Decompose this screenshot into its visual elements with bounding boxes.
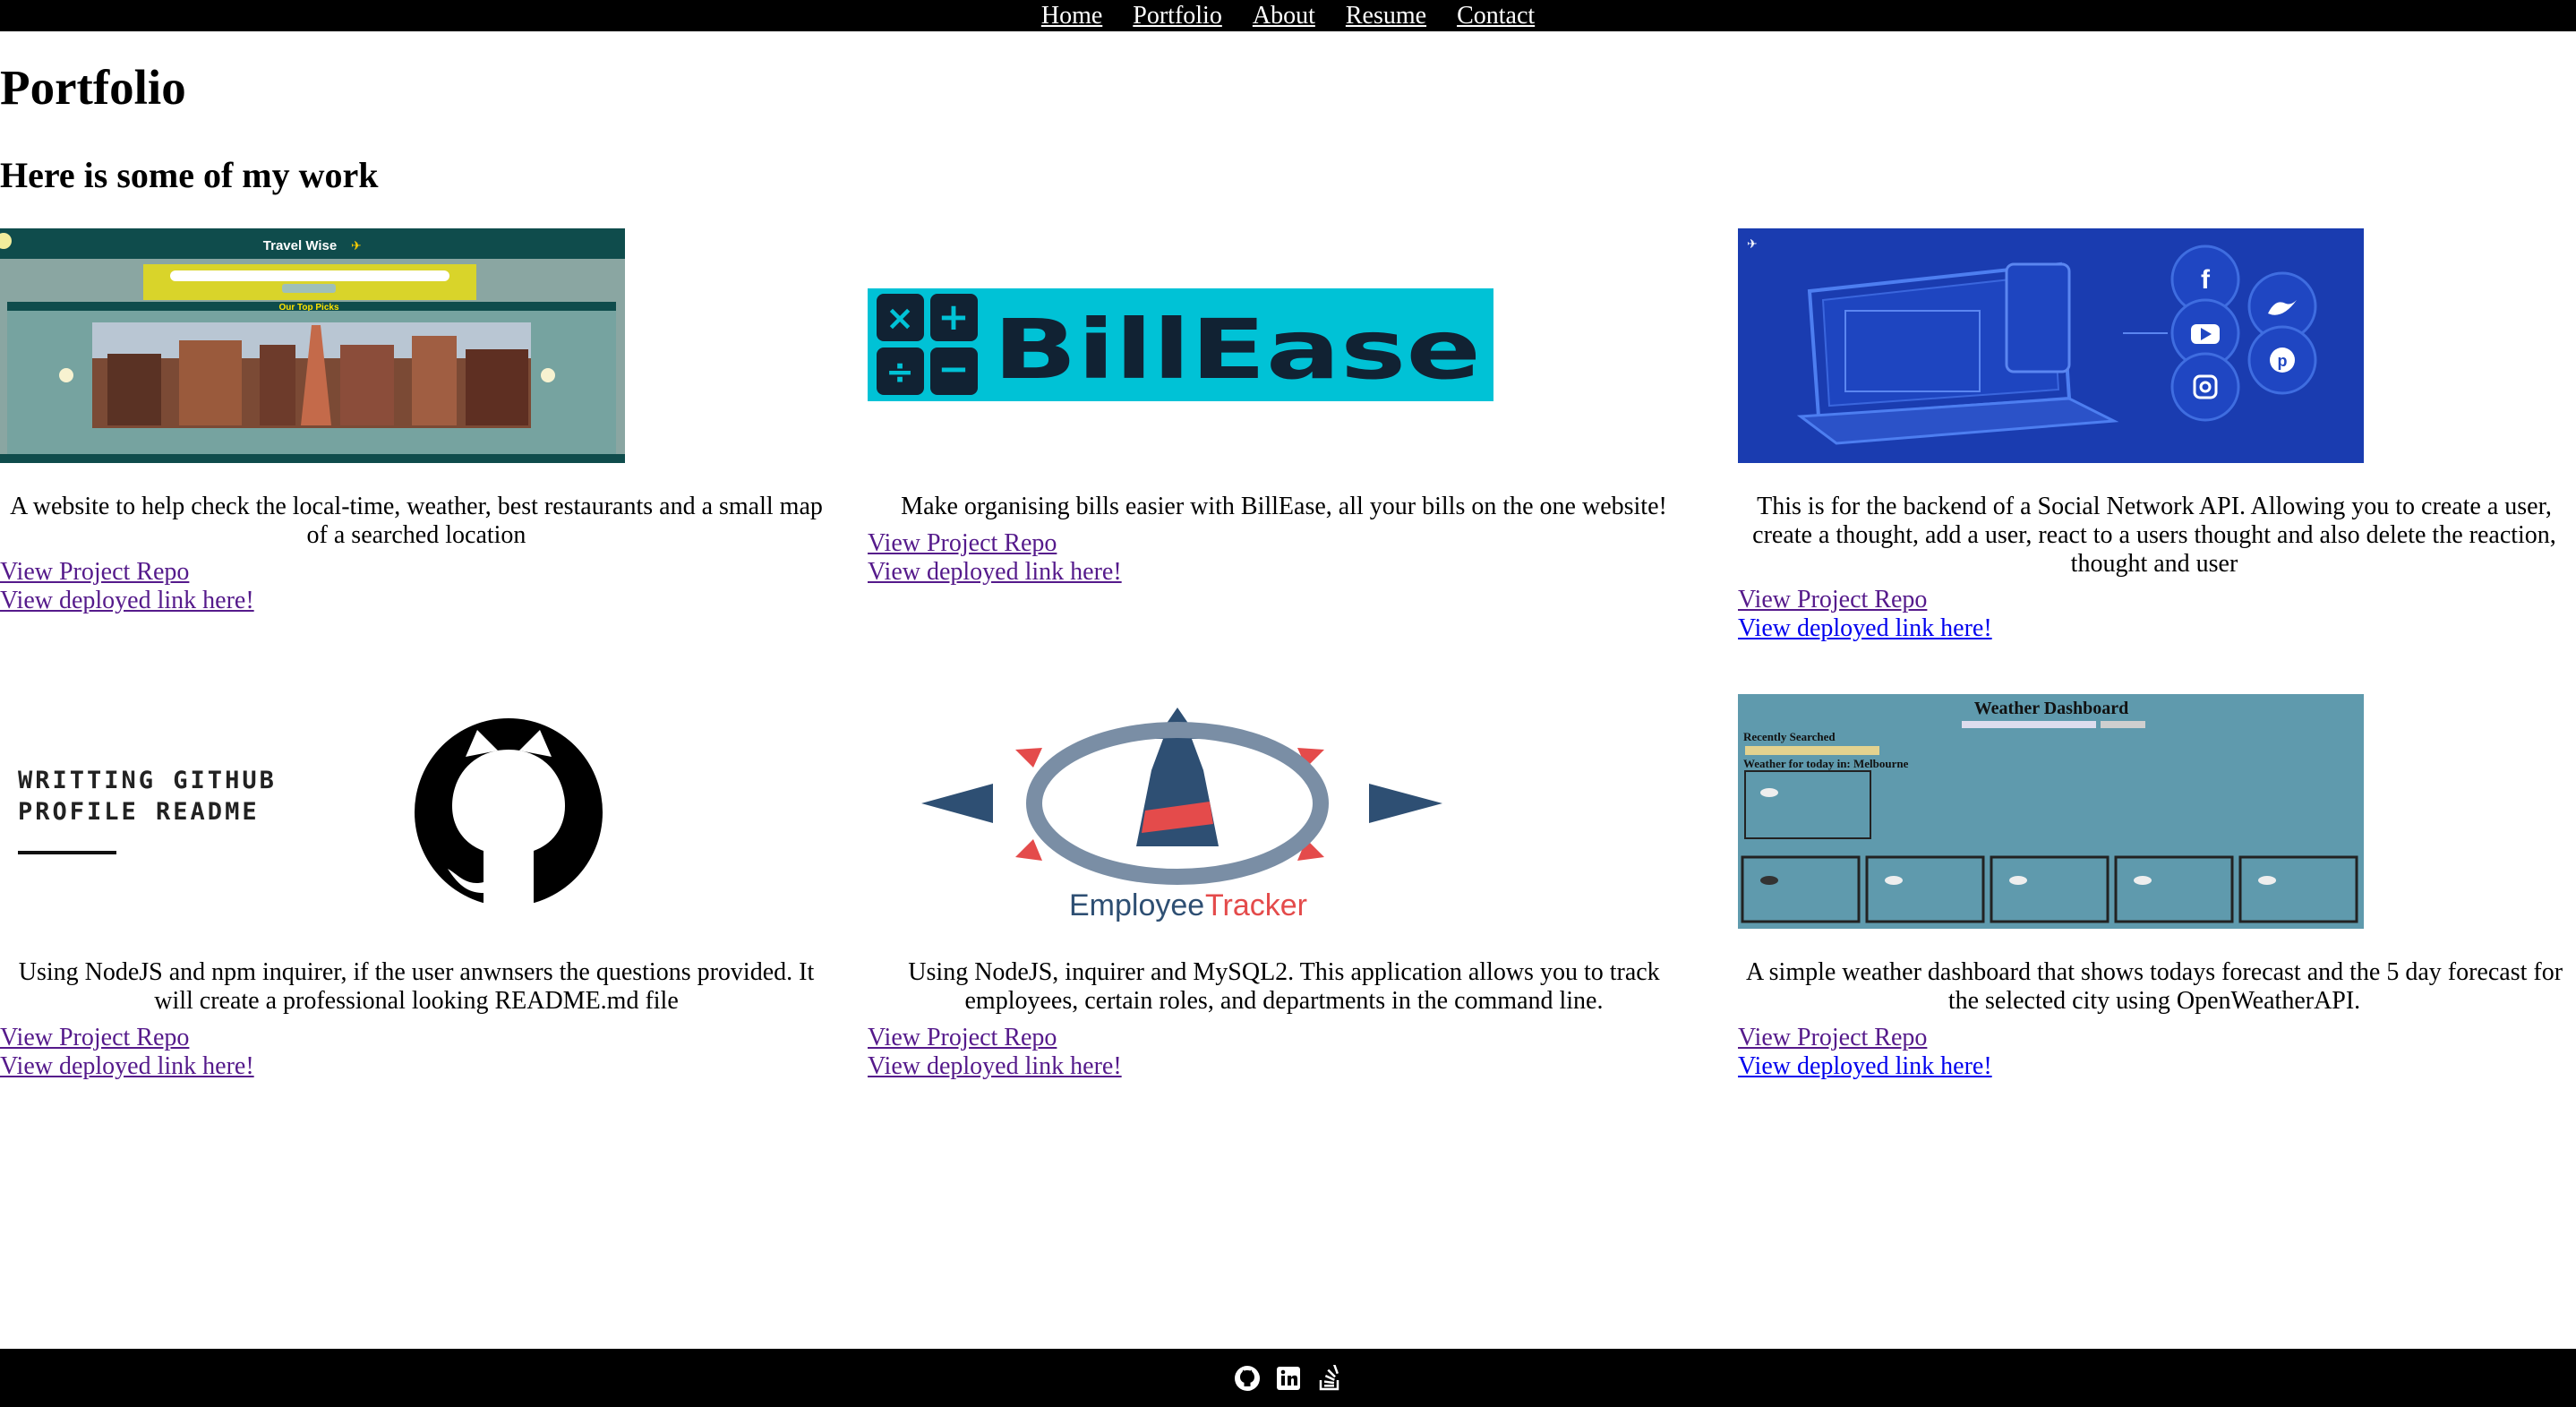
view-deployed-link[interactable]: View deployed link here!	[1738, 1052, 1992, 1081]
svg-text:✈: ✈	[1747, 238, 1758, 252]
nav-about-link[interactable]: About	[1253, 0, 1315, 31]
project-links: View Project Repo View deployed link her…	[0, 558, 254, 615]
project-card-weather-dashboard: Weather Dashboard Recently Searched Weat…	[1738, 694, 2571, 1115]
project-description: This is for the backend of a Social Netw…	[1752, 493, 2556, 578]
project-description: Make organising bills easier with BillEa…	[901, 493, 1667, 520]
view-deployed-link[interactable]: View deployed link here!	[1738, 614, 1992, 643]
page-title: Portfolio	[0, 60, 186, 115]
project-card-employee-tracker: Employee Tracker Using NodeJS, inquirer …	[868, 694, 1700, 1115]
project-description: Using NodeJS and npm inquirer, if the us…	[18, 958, 815, 1015]
view-deployed-link[interactable]: View deployed link here!	[868, 558, 1122, 587]
nav-resume-link[interactable]: Resume	[1346, 0, 1426, 31]
readme-thumb-title-line1: WRITTING GITHUB	[18, 767, 277, 794]
billease-thumb-title: BillEase	[993, 302, 1481, 398]
linkedin-icon[interactable]	[1275, 1365, 1302, 1392]
nav-contact-link[interactable]: Contact	[1457, 0, 1535, 31]
travel-wise-thumbnail: Travel Wise ✈ Our Top Picks	[0, 228, 625, 463]
view-project-repo-link[interactable]: View Project Repo	[0, 1024, 254, 1052]
top-nav: Home Portfolio About Resume Contact	[0, 0, 2576, 31]
employee-tracker-thumbnail: Employee Tracker	[868, 694, 1493, 929]
view-deployed-link[interactable]: View deployed link here!	[868, 1052, 1122, 1081]
employee-thumb-title-b: Tracker	[1205, 888, 1307, 922]
project-links: View Project Repo View deployed link her…	[868, 1024, 1122, 1081]
project-links: View Project Repo View deployed link her…	[1738, 586, 1992, 643]
view-project-repo-link[interactable]: View Project Repo	[1738, 1024, 1992, 1052]
nav-home-link[interactable]: Home	[1041, 0, 1102, 31]
view-deployed-link[interactable]: View deployed link here!	[0, 587, 254, 615]
view-deployed-link[interactable]: View deployed link here!	[0, 1052, 254, 1081]
github-icon[interactable]	[1234, 1365, 1261, 1392]
view-project-repo-link[interactable]: View Project Repo	[868, 1024, 1122, 1052]
project-card-readme-generator: WRITTING GITHUB PROFILE README Using Nod…	[0, 694, 833, 1115]
readme-thumb-title-line2: PROFILE README	[18, 798, 260, 826]
project-card-travel-wise: Travel Wise ✈ Our Top Picks A website to…	[0, 228, 833, 649]
weather-thumb-title: Weather Dashboard	[1974, 699, 2128, 718]
svg-text:f: f	[2201, 265, 2211, 295]
svg-text:+: +	[937, 295, 969, 339]
employee-thumb-title-a: Employee	[1069, 888, 1204, 922]
project-links: View Project Repo View deployed link her…	[1738, 1024, 1992, 1081]
view-project-repo-link[interactable]: View Project Repo	[0, 558, 254, 587]
project-description: Using NodeJS, inquirer and MySQL2. This …	[908, 958, 1660, 1015]
project-description: A simple weather dashboard that shows to…	[1745, 958, 2563, 1015]
svg-text:✈: ✈	[351, 240, 362, 253]
project-card-billease: × + ÷ − BillEase Make organising bills e…	[868, 228, 1700, 649]
weather-thumb-recent: Recently Searched	[1743, 730, 1836, 743]
svg-text:p: p	[2278, 352, 2288, 370]
travel-wise-thumb-title: Travel Wise	[263, 238, 337, 253]
weather-thumb-today: Weather for today in: Melbourne	[1743, 757, 1909, 770]
project-description: A website to help check the local-time, …	[10, 493, 823, 549]
svg-text:×: ×	[886, 298, 914, 338]
readme-generator-thumbnail: WRITTING GITHUB PROFILE README	[0, 694, 625, 929]
view-project-repo-link[interactable]: View Project Repo	[1738, 586, 1992, 614]
svg-text:−: −	[937, 347, 969, 390]
stackoverflow-icon[interactable]	[1316, 1364, 1343, 1392]
weather-dashboard-thumbnail: Weather Dashboard Recently Searched Weat…	[1738, 694, 2364, 929]
footer	[0, 1349, 2576, 1407]
project-links: View Project Repo View deployed link her…	[868, 529, 1122, 587]
billease-thumbnail: × + ÷ − BillEase	[868, 288, 1493, 401]
svg-text:÷: ÷	[886, 352, 914, 391]
project-card-social-network: ✈ f p This is for the backend of a Socia…	[1738, 228, 2571, 676]
nav-portfolio-link[interactable]: Portfolio	[1133, 0, 1222, 31]
view-project-repo-link[interactable]: View Project Repo	[868, 529, 1122, 558]
social-network-thumbnail: ✈ f p	[1738, 228, 2364, 463]
page-subtitle: Here is some of my work	[0, 155, 379, 195]
project-links: View Project Repo View deployed link her…	[0, 1024, 254, 1081]
